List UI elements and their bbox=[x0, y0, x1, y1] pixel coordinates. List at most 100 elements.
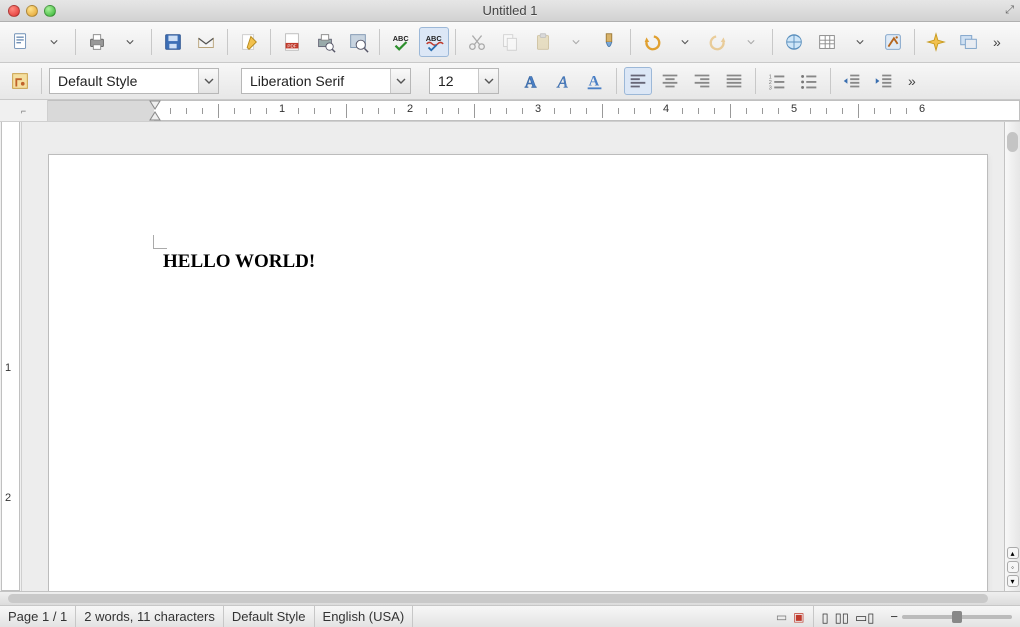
document-body-text[interactable]: HELLO WORLD! bbox=[49, 155, 987, 273]
close-window-button[interactable] bbox=[8, 5, 20, 17]
svg-text:PDF: PDF bbox=[287, 44, 296, 49]
font-name-combo[interactable]: Liberation Serif bbox=[241, 68, 411, 94]
vruler-num: 2 bbox=[5, 492, 11, 504]
selection-mode-icon[interactable]: ▣ bbox=[793, 610, 804, 624]
svg-text:A: A bbox=[525, 72, 537, 91]
status-language[interactable]: English (USA) bbox=[315, 606, 414, 627]
hruler-num: 6 bbox=[919, 103, 925, 115]
vertical-ruler[interactable]: 1 2 bbox=[0, 122, 22, 591]
redo-button[interactable] bbox=[703, 27, 733, 57]
show-draw-functions-button[interactable] bbox=[878, 27, 908, 57]
zoom-window-button[interactable] bbox=[44, 5, 56, 17]
align-center-button[interactable] bbox=[656, 67, 684, 95]
view-multi-page-icon[interactable]: ▯▯ bbox=[835, 610, 849, 626]
font-size-value: 12 bbox=[438, 73, 454, 89]
status-paragraph-style[interactable]: Default Style bbox=[224, 606, 315, 627]
save-button[interactable] bbox=[158, 27, 188, 57]
paragraph-style-drop-icon[interactable] bbox=[198, 69, 218, 93]
toolbar-overflow-button[interactable]: » bbox=[987, 34, 1007, 50]
bullet-list-button[interactable] bbox=[795, 67, 823, 95]
zoom-knob[interactable] bbox=[952, 611, 962, 623]
work-area: 1 2 HELLO WORLD! ▴ ◦ ▾ bbox=[0, 122, 1020, 591]
auto-spellcheck-button[interactable]: ABC bbox=[419, 27, 449, 57]
hruler-num: 5 bbox=[791, 103, 797, 115]
increase-indent-button[interactable] bbox=[870, 67, 898, 95]
styles-dropdown-button[interactable] bbox=[6, 67, 34, 95]
zoom-slider[interactable]: − bbox=[882, 606, 1020, 627]
horizontal-ruler[interactable]: ⌐ 1 2 3 4 5 6 bbox=[0, 100, 1020, 122]
align-right-button[interactable] bbox=[688, 67, 716, 95]
svg-text:A: A bbox=[557, 72, 569, 91]
hruler-num: 4 bbox=[663, 103, 669, 115]
prev-page-button[interactable]: ▴ bbox=[1007, 547, 1019, 559]
gallery-button[interactable] bbox=[954, 27, 984, 57]
navigation-button[interactable]: ◦ bbox=[1007, 561, 1019, 573]
print-dropdown[interactable] bbox=[115, 27, 145, 57]
status-page[interactable]: Page 1 / 1 bbox=[0, 606, 76, 627]
paragraph-style-value: Default Style bbox=[58, 73, 137, 89]
fullscreen-icon[interactable]: ⤢ bbox=[1005, 4, 1014, 17]
insert-table-button[interactable] bbox=[812, 27, 842, 57]
hruler-num: 1 bbox=[279, 103, 285, 115]
vruler-num: 1 bbox=[5, 362, 11, 374]
horizontal-scroll-thumb[interactable] bbox=[8, 594, 988, 603]
navigator-button[interactable] bbox=[921, 27, 951, 57]
redo-dropdown[interactable] bbox=[736, 27, 766, 57]
email-button[interactable] bbox=[191, 27, 221, 57]
align-left-button[interactable] bbox=[624, 67, 652, 95]
view-single-page-icon[interactable]: ▯ bbox=[822, 610, 829, 626]
cut-button[interactable] bbox=[462, 27, 492, 57]
ruler-corner: ⌐ bbox=[0, 100, 48, 121]
new-document-button[interactable] bbox=[6, 27, 36, 57]
numbered-list-button[interactable]: 123 bbox=[763, 67, 791, 95]
view-book-icon[interactable]: ▭▯ bbox=[855, 610, 874, 626]
window-controls bbox=[0, 5, 56, 17]
spellcheck-button[interactable]: ABC bbox=[386, 27, 416, 57]
svg-text:ABC: ABC bbox=[393, 34, 410, 43]
print-preview-button[interactable] bbox=[310, 27, 340, 57]
zoom-out-icon[interactable]: − bbox=[890, 609, 898, 624]
font-name-value: Liberation Serif bbox=[250, 73, 344, 89]
undo-dropdown[interactable] bbox=[670, 27, 700, 57]
italic-button[interactable]: A bbox=[549, 67, 577, 95]
align-justify-button[interactable] bbox=[720, 67, 748, 95]
hyperlink-button[interactable] bbox=[779, 27, 809, 57]
print-button[interactable] bbox=[82, 27, 112, 57]
export-pdf-button[interactable]: PDF bbox=[277, 27, 307, 57]
svg-text:A: A bbox=[589, 74, 600, 90]
underline-button[interactable]: A bbox=[581, 67, 609, 95]
new-document-dropdown[interactable] bbox=[39, 27, 69, 57]
paste-button[interactable] bbox=[528, 27, 558, 57]
font-name-drop-icon[interactable] bbox=[390, 69, 410, 93]
format-paintbrush-button[interactable] bbox=[594, 27, 624, 57]
insert-table-dropdown[interactable] bbox=[845, 27, 875, 57]
window-title: Untitled 1 bbox=[0, 3, 1020, 18]
titlebar: Untitled 1 ⤢ bbox=[0, 0, 1020, 22]
hruler-num: 2 bbox=[407, 103, 413, 115]
status-wordcount[interactable]: 2 words, 11 characters bbox=[76, 606, 224, 627]
svg-text:3: 3 bbox=[769, 85, 772, 91]
formatting-toolbar: Default Style Liberation Serif 12 A A A … bbox=[0, 63, 1020, 100]
paragraph-style-combo[interactable]: Default Style bbox=[49, 68, 219, 94]
vertical-scroll-thumb[interactable] bbox=[1007, 132, 1018, 152]
next-page-button[interactable]: ▾ bbox=[1007, 575, 1019, 587]
hruler-num: 3 bbox=[535, 103, 541, 115]
edit-document-button[interactable] bbox=[234, 27, 264, 57]
text-cursor-indicator bbox=[153, 235, 167, 249]
page-preview-button[interactable] bbox=[343, 27, 373, 57]
horizontal-scrollbar[interactable] bbox=[0, 591, 1020, 605]
decrease-indent-button[interactable] bbox=[838, 67, 866, 95]
vertical-scrollbar[interactable]: ▴ ◦ ▾ bbox=[1004, 122, 1020, 591]
font-size-drop-icon[interactable] bbox=[478, 69, 498, 93]
document-page[interactable]: HELLO WORLD! bbox=[48, 154, 988, 591]
undo-button[interactable] bbox=[637, 27, 667, 57]
insert-mode-icon[interactable]: ▭ bbox=[776, 610, 787, 624]
standard-toolbar: PDF ABC ABC bbox=[0, 22, 1020, 63]
bold-button[interactable]: A bbox=[517, 67, 545, 95]
paste-dropdown[interactable] bbox=[561, 27, 591, 57]
formatting-overflow-button[interactable]: » bbox=[902, 73, 922, 89]
font-size-combo[interactable]: 12 bbox=[429, 68, 499, 94]
status-bar: Page 1 / 1 2 words, 11 characters Defaul… bbox=[0, 605, 1020, 627]
minimize-window-button[interactable] bbox=[26, 5, 38, 17]
copy-button[interactable] bbox=[495, 27, 525, 57]
